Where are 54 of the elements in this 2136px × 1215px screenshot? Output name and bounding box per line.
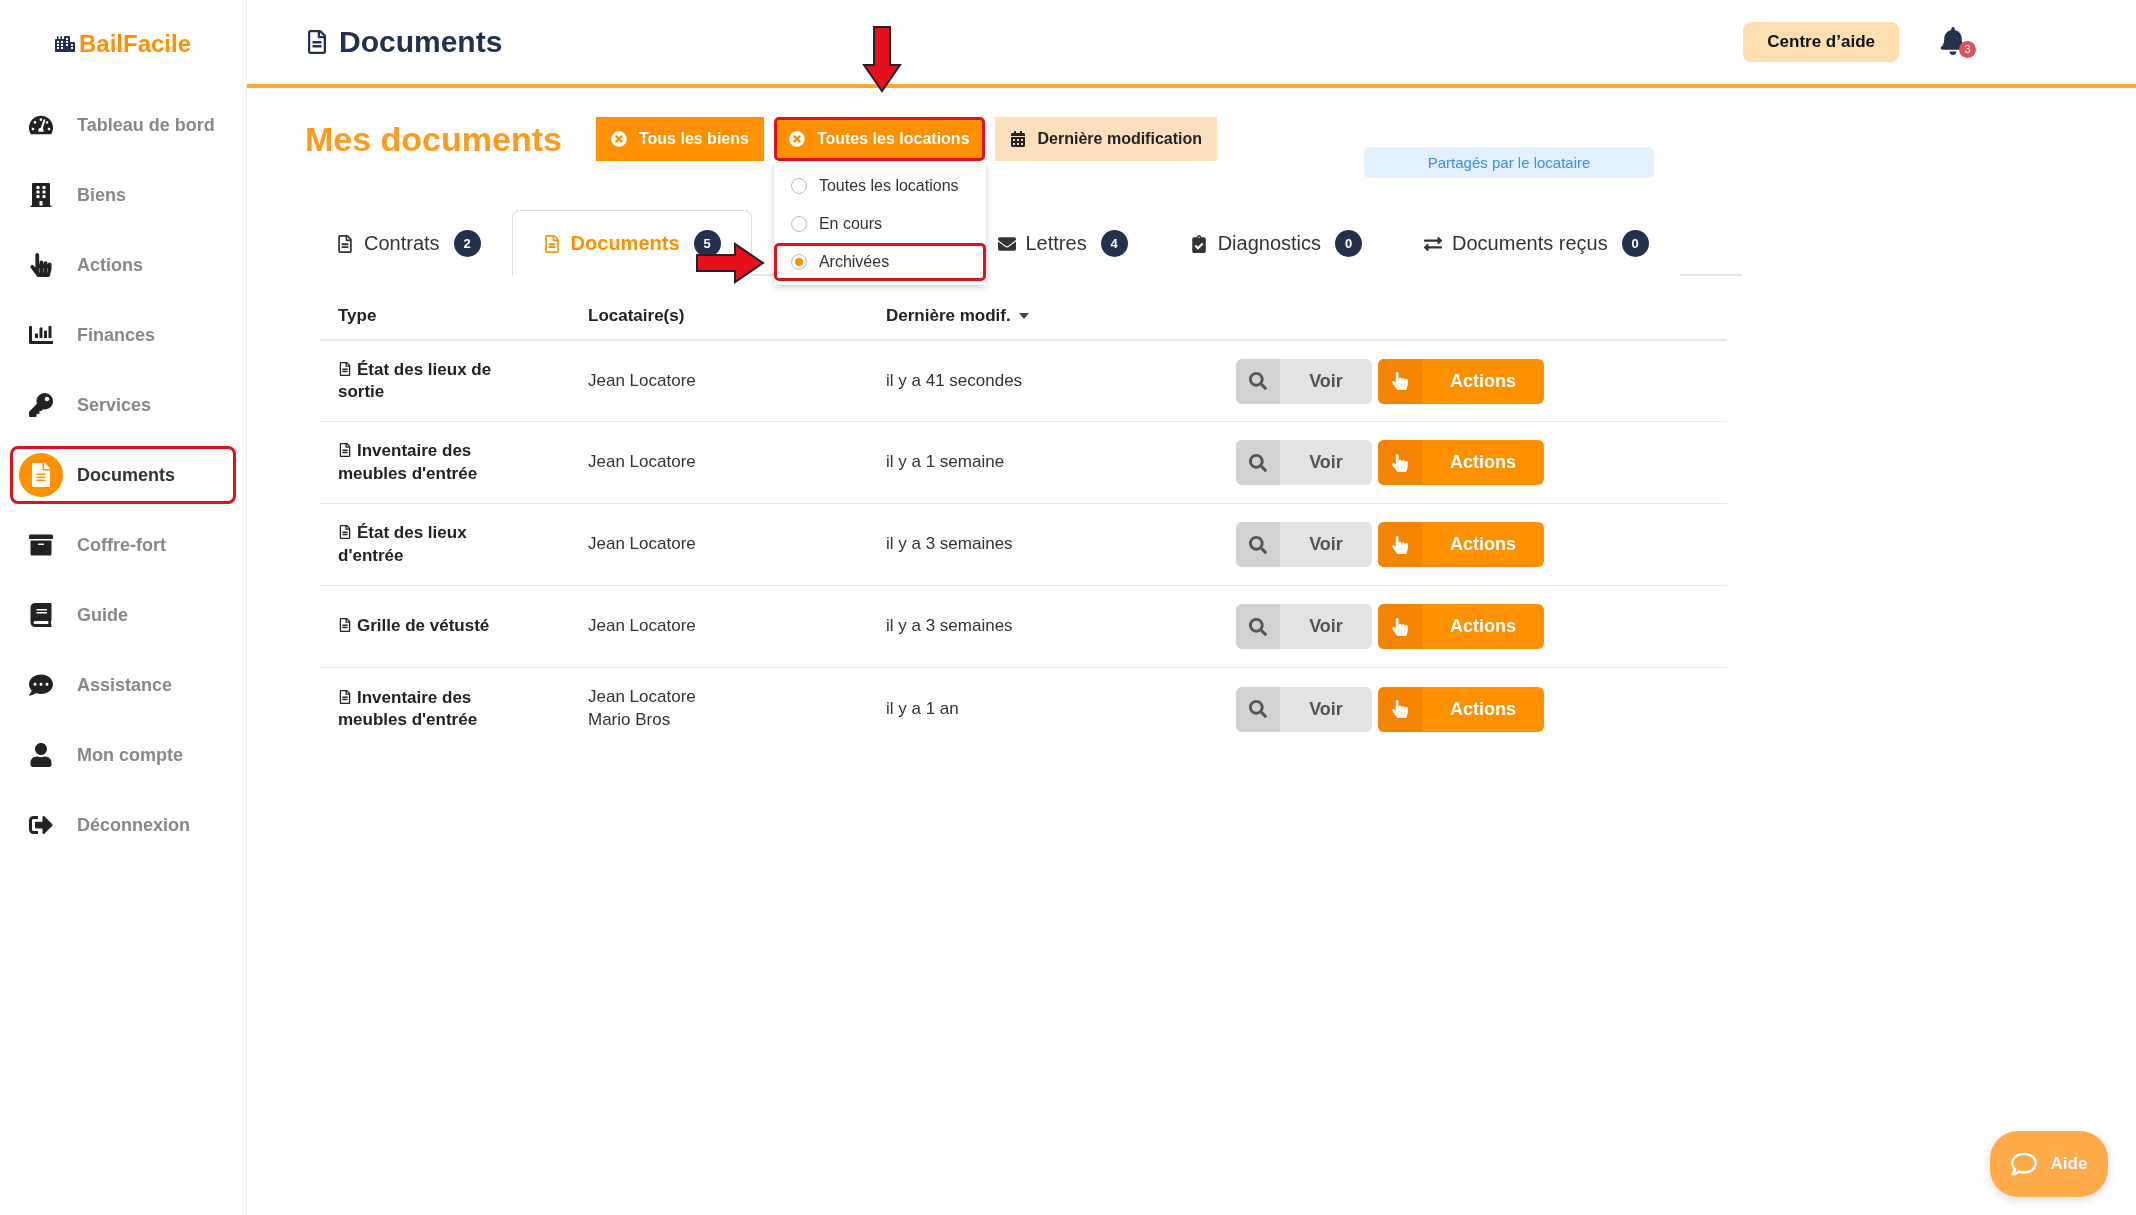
count-badge: 2 (453, 230, 481, 257)
view-button[interactable]: Voir (1236, 522, 1372, 567)
modified-date-cell-text: il y a 3 semaines (886, 533, 1014, 556)
tenant-cell-text: Jean Locatore (588, 369, 697, 392)
modified-date-cell-text: il y a 3 semaines (886, 615, 1014, 638)
document-type-cell-text: État des lieux de sortie (338, 358, 493, 403)
page-title: Mes documents (305, 119, 562, 159)
document-type-cell: Grille de vétusté (338, 615, 518, 638)
actions-button[interactable]: Actions (1378, 522, 1544, 567)
filter-button[interactable]: Tous les biens (595, 117, 764, 161)
sidebar-item[interactable]: Coffre-fort (10, 516, 236, 574)
shared-by-tenant-badge: Partagés par le locataire (1364, 147, 1655, 178)
column-header: Locataire(s) (588, 305, 686, 326)
modified-date-cell-text: il y a 41 secondes (886, 369, 1024, 392)
actions-button[interactable]: Actions (1378, 604, 1544, 649)
modified-date-cell-text: il y a 1 semaine (886, 451, 1006, 474)
modified-date-cell-text: il y a 1 an (886, 697, 960, 720)
count-badge: 4 (1100, 230, 1128, 257)
sidebar-item[interactable]: Mon compte (10, 726, 236, 784)
count-badge: 0 (1621, 230, 1649, 257)
notification-badge: 3 (1959, 40, 1976, 58)
view-button[interactable]: Voir (1236, 440, 1372, 485)
view-button[interactable]: Voir (1236, 604, 1372, 649)
count-badge: 0 (1335, 230, 1363, 257)
filter-button[interactable]: Dernière modification (994, 117, 1217, 161)
sidebar-item[interactable]: Guide (10, 586, 236, 644)
page-header-title: Documents (305, 25, 1744, 59)
tenant-cell-text: Jean Locatore (588, 615, 697, 638)
tenant-cell-text: Jean Locatore Mario Bros (588, 686, 697, 731)
document-type-cell-text: État des lieux d'entrée (338, 522, 468, 567)
actions-button[interactable]: Actions (1378, 358, 1544, 404)
dropdown-option[interactable]: Toutes les locations (773, 167, 986, 205)
actions-button[interactable]: Actions (1378, 686, 1544, 732)
view-button[interactable]: Voir (1236, 686, 1372, 732)
sidebar-item[interactable]: Services (10, 376, 236, 434)
logo-text: BailFacile (78, 30, 192, 58)
sidebar-item[interactable]: Finances (10, 306, 236, 364)
tenant-cell-text: Jean Locatore (588, 451, 697, 474)
column-header[interactable]: Dernière modif. (886, 305, 1236, 326)
column-header: Type (338, 305, 378, 326)
view-button[interactable]: Voir (1236, 358, 1372, 404)
actions-button[interactable]: Actions (1378, 440, 1544, 485)
tenant-cell-text: Jean Locatore (588, 533, 697, 556)
document-type-cell-text: Inventaire des meubles d'entrée (338, 686, 479, 731)
document-type-cell-text: Inventaire des meubles d'entrée (338, 440, 479, 485)
sidebar-item[interactable]: Documents (10, 446, 236, 504)
sidebar-item[interactable]: Assistance (10, 656, 236, 714)
help-center-button[interactable]: Centre d’aide (1743, 22, 1899, 62)
sidebar-item[interactable]: Actions (10, 236, 236, 294)
sidebar-item[interactable]: Déconnexion (10, 796, 236, 854)
sidebar-item[interactable]: Tableau de bord (10, 96, 236, 154)
filter-button[interactable]: Toutes les locations (773, 117, 985, 161)
tab[interactable]: Documents 5 (511, 210, 752, 276)
sidebar-item[interactable]: Biens (10, 166, 236, 224)
